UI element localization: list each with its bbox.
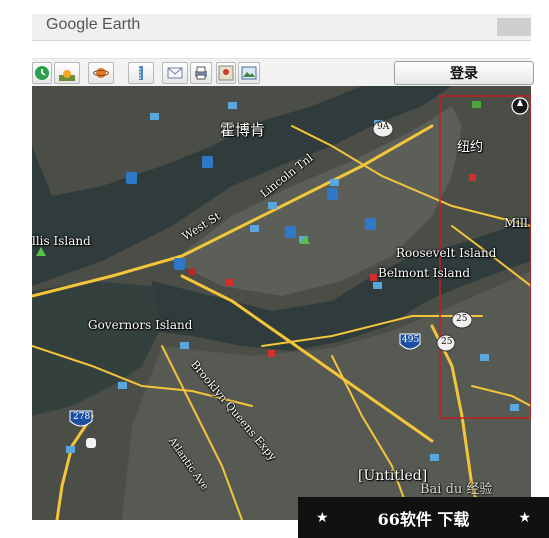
history-icon	[35, 66, 49, 80]
star-icon-left: ★	[316, 509, 329, 526]
titlebar-scroll-thumb[interactable]	[497, 18, 531, 36]
map-view[interactable]: 霍博肯 9A 纽约 Mill llis Island West St Linco…	[32, 86, 531, 520]
label-route-278: 278	[73, 412, 91, 422]
planet-button[interactable]	[88, 62, 114, 84]
poi-photo-icon	[480, 354, 489, 361]
google-maps-button[interactable]	[216, 62, 236, 84]
toolbar: 登录	[32, 58, 534, 88]
ruler-button[interactable]	[128, 62, 154, 84]
label-route-9a: 9A	[377, 122, 390, 132]
poi-info-icon	[285, 226, 296, 238]
poi-info-icon	[126, 172, 137, 184]
poi-park-icon	[472, 101, 481, 108]
poi-photo-icon	[118, 382, 127, 389]
poi-photo-icon	[228, 102, 237, 109]
poi-photo-icon	[330, 179, 339, 186]
history-button[interactable]	[32, 62, 52, 84]
label-untitled: [Untitled]	[358, 468, 428, 484]
label-mill: Mill	[504, 216, 528, 230]
label-route-25b: 25	[441, 337, 453, 347]
poi-pin-icon	[188, 268, 196, 276]
poi-photo-icon	[66, 446, 75, 453]
print-icon	[195, 66, 207, 80]
label-niuyue: 纽约	[457, 140, 484, 155]
poi-photo-icon	[180, 342, 189, 349]
poi-info-icon	[202, 156, 213, 168]
label-governors-island: Governors Island	[88, 318, 193, 332]
label-huoboken: 霍博肯	[220, 121, 266, 139]
compass-icon[interactable]	[511, 97, 529, 115]
login-button[interactable]: 登录	[394, 61, 534, 85]
poi-info-icon	[327, 188, 338, 200]
label-route-25a: 25	[456, 314, 468, 324]
window-title: Google Earth	[46, 16, 141, 33]
label-ellis-island: llis Island	[32, 234, 91, 248]
label-belmont-island: Belmont Island	[378, 266, 471, 280]
star-icon-right: ★	[518, 509, 531, 526]
poi-info-icon	[365, 218, 376, 230]
save-image-button[interactable]	[238, 62, 260, 84]
baidu-watermark: Bai du 经验	[420, 482, 493, 497]
poi-photo-icon	[430, 454, 439, 461]
print-button[interactable]	[190, 62, 212, 84]
google-maps-icon	[218, 65, 234, 81]
email-icon	[167, 67, 183, 79]
poi-red-marker	[469, 174, 476, 181]
poi-photo-icon	[510, 404, 519, 411]
footer-text: 66软件 下载	[377, 509, 470, 529]
label-route-495: 495	[402, 335, 420, 345]
window-titlebar: Google Earth	[32, 14, 531, 41]
poi-photo-icon	[373, 282, 382, 289]
poi-photo-icon	[250, 225, 259, 232]
label-roosevelt-island: Roosevelt Island	[396, 246, 497, 260]
image-icon	[241, 66, 257, 80]
ruler-icon	[139, 66, 143, 80]
sunlight-icon	[59, 70, 75, 81]
poi-photo-icon	[268, 202, 277, 209]
email-button[interactable]	[162, 62, 188, 84]
poi-photo-icon	[150, 113, 159, 120]
poi-red-marker	[370, 274, 377, 281]
poi-info-icon	[174, 258, 185, 270]
footer-banner: ★ 66软件 下载 ★	[298, 497, 549, 538]
poi-red-marker	[268, 350, 275, 357]
poi-landmark-icon	[86, 438, 96, 448]
planet-icon	[93, 68, 109, 78]
sunlight-button[interactable]	[54, 62, 80, 84]
poi-red-marker	[226, 279, 233, 286]
